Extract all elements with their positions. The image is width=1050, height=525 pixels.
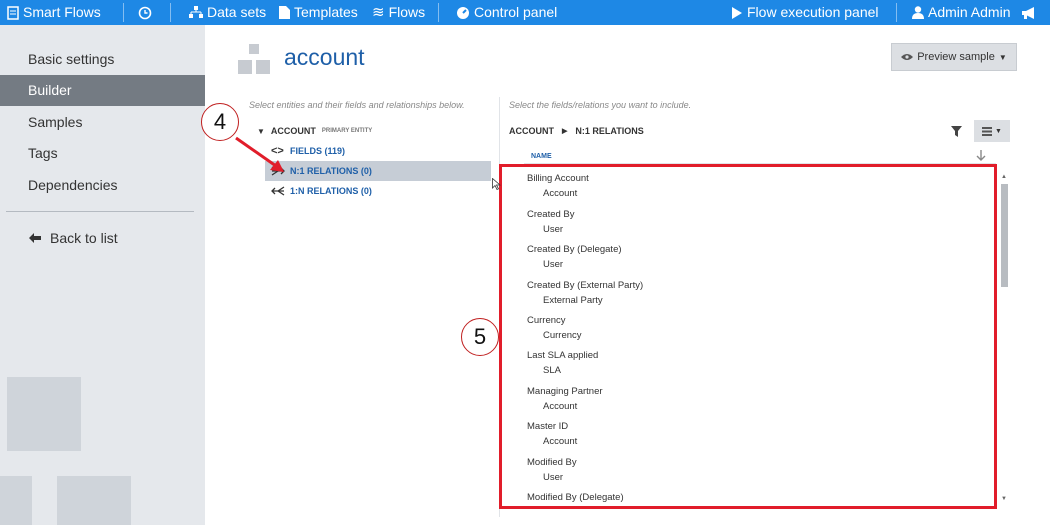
- annotation-arrow: [235, 136, 284, 172]
- step-callout-4: 4: [201, 103, 239, 141]
- mouse-cursor-icon: [492, 177, 502, 195]
- step-callout-5: 5: [461, 318, 499, 356]
